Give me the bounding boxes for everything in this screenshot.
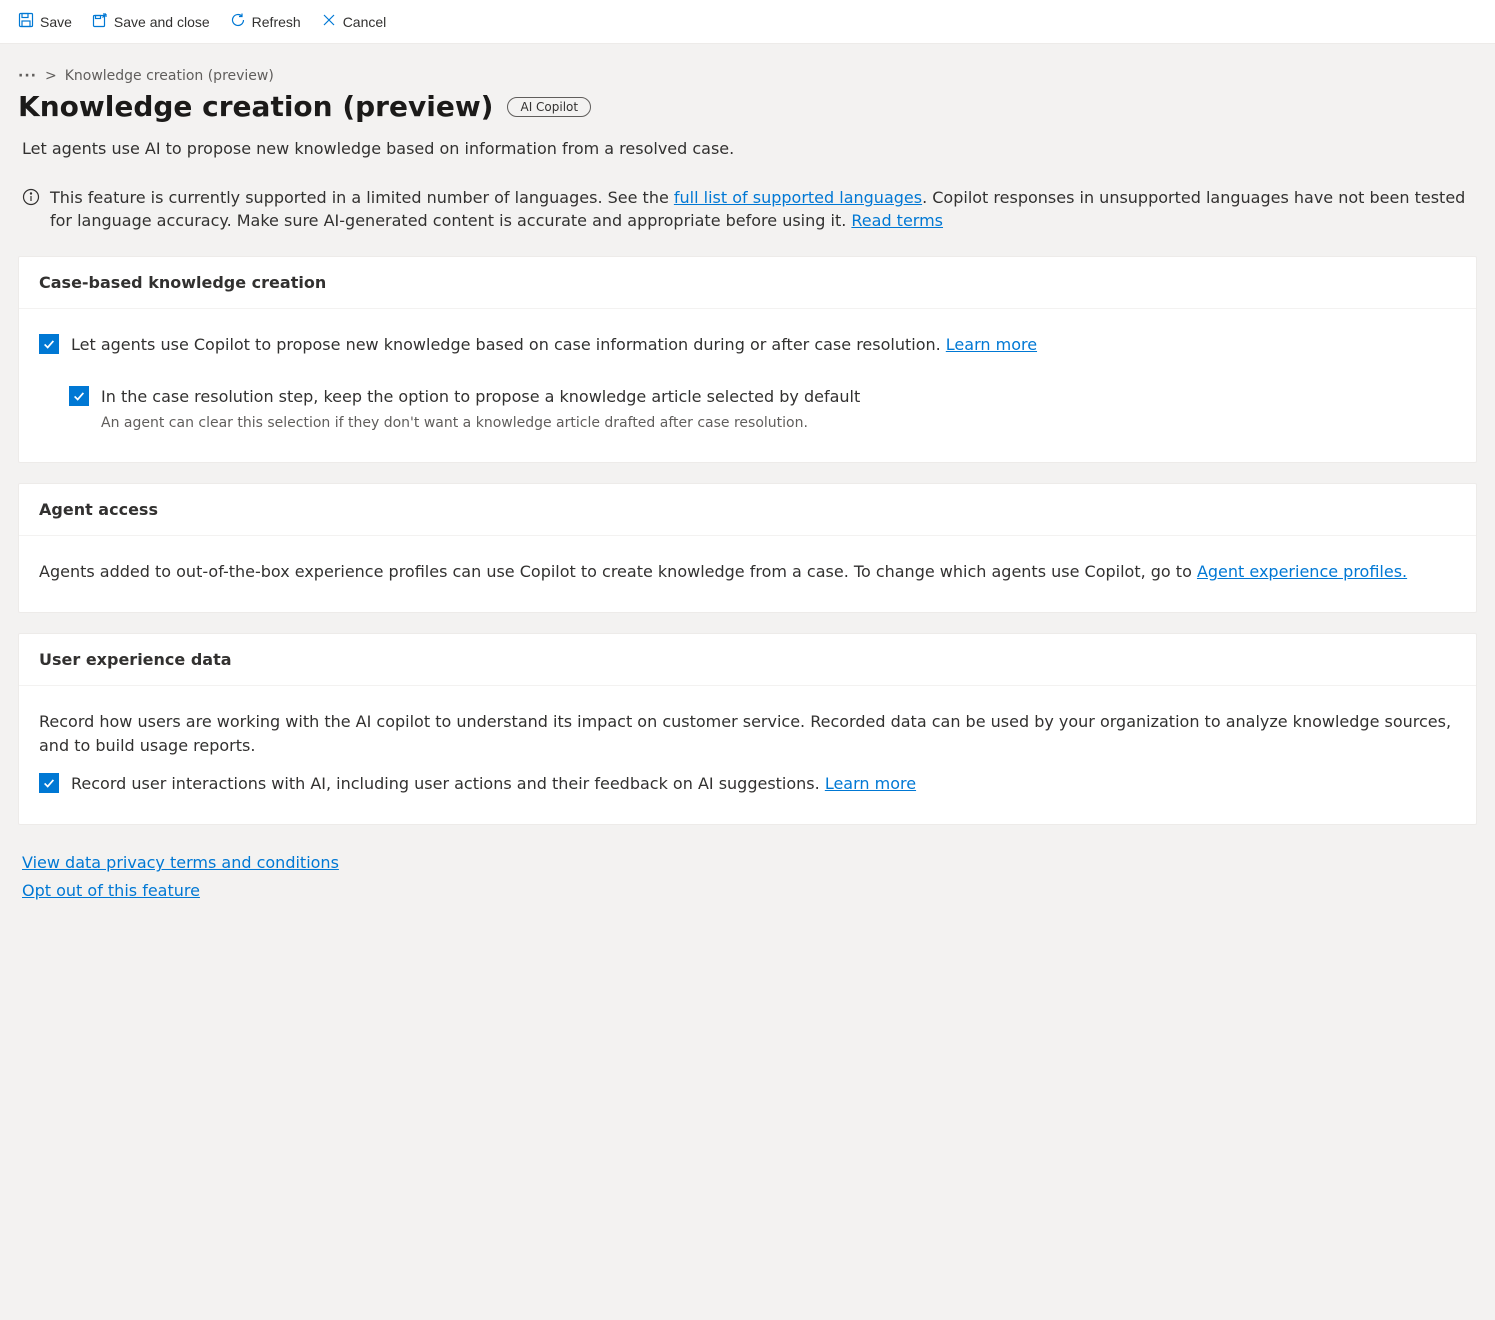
card-body: Let agents use Copilot to propose new kn… (19, 309, 1476, 462)
info-text: This feature is currently supported in a… (50, 186, 1473, 232)
command-bar: Save Save and close Refresh Cancel (0, 0, 1495, 44)
cancel-label: Cancel (343, 14, 387, 30)
learn-more-link[interactable]: Learn more (946, 335, 1037, 354)
refresh-label: Refresh (252, 14, 301, 30)
card-agent-access: Agent access Agents added to out-of-the-… (18, 483, 1477, 613)
learn-more-link[interactable]: Learn more (825, 774, 916, 793)
card-body: Agents added to out-of-the-box experienc… (19, 536, 1476, 612)
card-case-based: Case-based knowledge creation Let agents… (18, 256, 1477, 463)
read-terms-link[interactable]: Read terms (851, 211, 943, 230)
refresh-icon (230, 12, 246, 31)
agent-experience-profiles-link[interactable]: Agent experience profiles. (1197, 562, 1407, 581)
checkbox-label: Let agents use Copilot to propose new kn… (71, 333, 1037, 357)
supported-languages-link[interactable]: full list of supported languages (674, 188, 922, 207)
checkbox-label-wrap: In the case resolution step, keep the op… (101, 385, 860, 434)
chevron-right-icon: > (45, 68, 57, 84)
card-header: Case-based knowledge creation (19, 257, 1476, 309)
info-part1: This feature is currently supported in a… (50, 188, 674, 207)
card-title: Agent access (39, 500, 1456, 519)
ai-copilot-badge: AI Copilot (507, 97, 591, 117)
checkbox-label-wrap: Let agents use Copilot to propose new kn… (71, 333, 1037, 357)
checkbox-label-text: Let agents use Copilot to propose new kn… (71, 335, 946, 354)
footer-links: View data privacy terms and conditions O… (18, 845, 1477, 903)
checkbox-label: Record user interactions with AI, includ… (71, 772, 916, 796)
card-title: User experience data (39, 650, 1456, 669)
card-header: Agent access (19, 484, 1476, 536)
save-label: Save (40, 14, 72, 30)
card-title: Case-based knowledge creation (39, 273, 1456, 292)
card-body: Record how users are working with the AI… (19, 686, 1476, 824)
close-icon (321, 12, 337, 31)
checkbox-label: In the case resolution step, keep the op… (101, 385, 860, 409)
checkbox-subtext: An agent can clear this selection if the… (101, 413, 860, 434)
title-row: Knowledge creation (preview) AI Copilot (18, 90, 1477, 123)
checkbox-propose[interactable] (39, 334, 59, 354)
breadcrumb-current: Knowledge creation (preview) (65, 68, 274, 84)
opt-out-link[interactable]: Opt out of this feature (22, 877, 200, 904)
info-notice: This feature is currently supported in a… (18, 186, 1477, 232)
save-and-close-label: Save and close (114, 14, 210, 30)
privacy-terms-link[interactable]: View data privacy terms and conditions (22, 849, 339, 876)
checkbox-default-selected[interactable] (69, 386, 89, 406)
lead-text: Let agents use AI to propose new knowled… (18, 139, 1477, 158)
checkbox-record[interactable] (39, 773, 59, 793)
breadcrumb-more-icon[interactable]: ··· (18, 68, 37, 84)
checkbox-row-record: Record user interactions with AI, includ… (39, 772, 1456, 796)
save-and-close-button[interactable]: Save and close (82, 6, 220, 37)
breadcrumb: ··· > Knowledge creation (preview) (18, 62, 1477, 84)
agent-access-text: Agents added to out-of-the-box experienc… (39, 562, 1197, 581)
card-header: User experience data (19, 634, 1476, 686)
checkbox-row-default-selected: In the case resolution step, keep the op… (69, 385, 1456, 434)
refresh-button[interactable]: Refresh (220, 6, 311, 37)
checkbox-label-wrap: Record user interactions with AI, includ… (71, 772, 916, 796)
save-button[interactable]: Save (8, 6, 82, 37)
save-and-close-icon (92, 12, 108, 31)
info-icon (22, 188, 40, 212)
checkbox-row-propose: Let agents use Copilot to propose new kn… (39, 333, 1456, 357)
page-content: ··· > Knowledge creation (preview) Knowl… (0, 44, 1495, 934)
ux-data-text: Record how users are working with the AI… (39, 710, 1456, 758)
checkbox-label-text: Record user interactions with AI, includ… (71, 774, 825, 793)
page-title: Knowledge creation (preview) (18, 90, 493, 123)
save-icon (18, 12, 34, 31)
card-ux-data: User experience data Record how users ar… (18, 633, 1477, 825)
cancel-button[interactable]: Cancel (311, 6, 397, 37)
